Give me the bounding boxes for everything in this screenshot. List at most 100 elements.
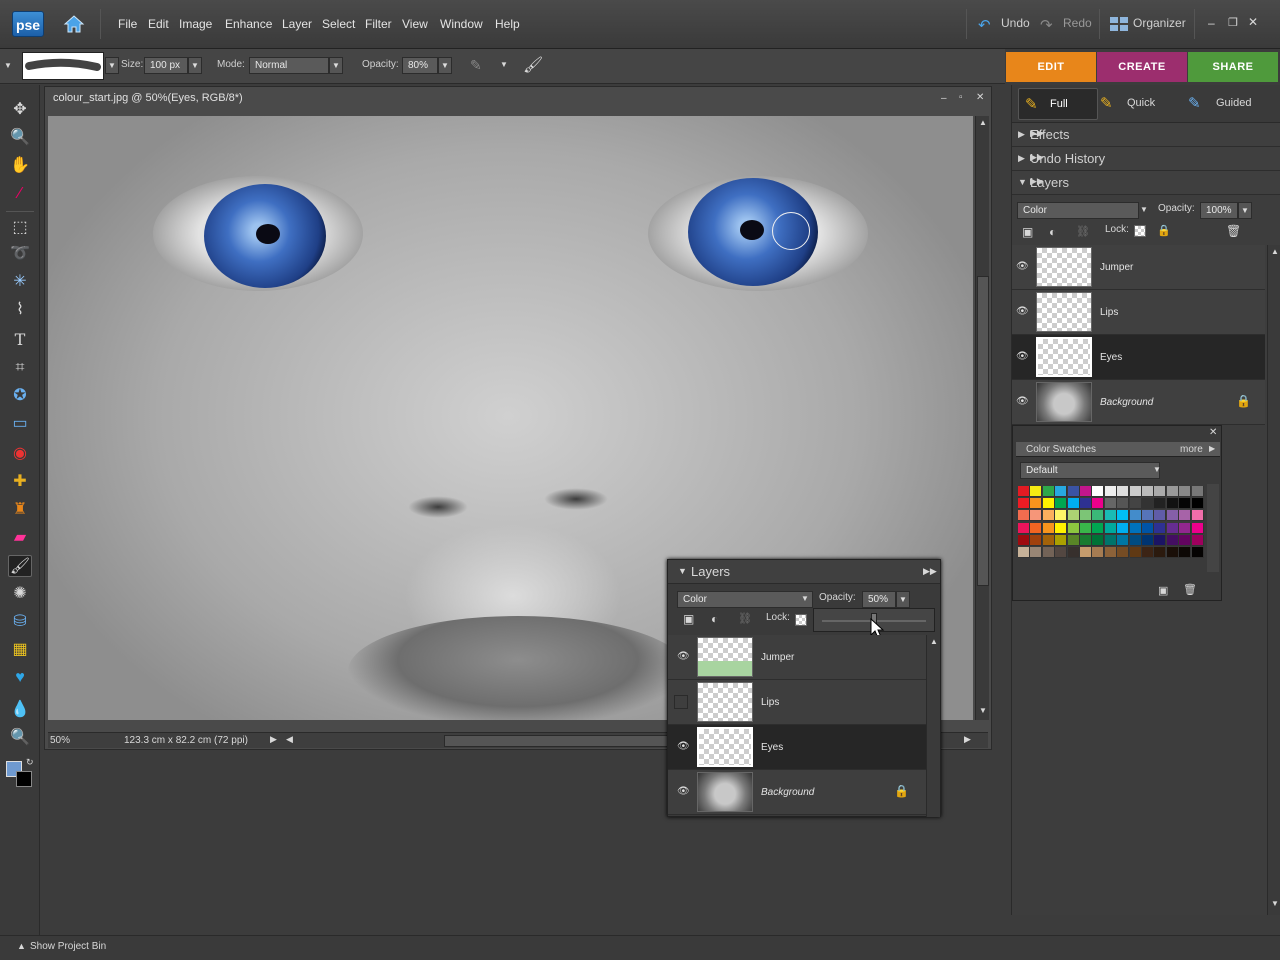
show-project-bin-button[interactable]: Show Project Bin <box>30 941 106 952</box>
floating-blend-mode-select[interactable]: Color <box>677 591 813 608</box>
straighten-tool-icon[interactable]: ▭ <box>8 413 32 435</box>
panel-menu-icon[interactable]: ▶▶ <box>1030 128 1275 139</box>
redo-icon[interactable]: ↷ <box>1040 16 1053 34</box>
color-swatch[interactable] <box>1142 522 1154 534</box>
color-swatch[interactable] <box>1055 510 1068 522</box>
lock-transparency-icon[interactable] <box>1134 225 1146 237</box>
background-color-swatch[interactable] <box>16 771 32 787</box>
doc-minimize-icon[interactable]: – <box>941 93 947 104</box>
color-swatch[interactable] <box>1055 522 1068 534</box>
eraser-tool-icon[interactable]: ▰ <box>8 527 32 549</box>
color-swatch[interactable] <box>1154 498 1167 510</box>
color-swatch[interactable] <box>1142 547 1154 558</box>
move-tool-icon[interactable]: ✥ <box>8 99 32 121</box>
cookie-cutter-tool-icon[interactable]: ✪ <box>8 385 32 407</box>
color-swatch[interactable] <box>1179 547 1192 558</box>
scroll-left-icon[interactable]: ◀ <box>286 734 293 745</box>
color-swatch[interactable] <box>1067 534 1080 546</box>
visibility-eye-icon[interactable]: 👁 <box>1016 306 1029 317</box>
mode-select[interactable]: Normal <box>249 57 329 74</box>
color-swatch[interactable] <box>1042 510 1055 522</box>
color-swatch[interactable] <box>1030 534 1043 546</box>
color-swatch[interactable] <box>1018 510 1030 522</box>
layer-opacity-input[interactable]: 100% <box>1200 202 1238 219</box>
menu-view[interactable]: View <box>402 17 428 31</box>
swatches-tab[interactable]: Color Swatches <box>1026 444 1096 455</box>
menu-layer[interactable]: Layer <box>282 17 312 31</box>
color-swatch[interactable] <box>1117 534 1130 546</box>
layer-row-lips[interactable]: 👁 Lips <box>1012 290 1265 335</box>
color-swatch[interactable] <box>1191 498 1204 510</box>
tab-full[interactable]: ✎ Full <box>1018 88 1098 120</box>
airbrush-icon[interactable]: ✎ <box>470 57 482 74</box>
color-swatch[interactable] <box>1129 498 1142 510</box>
color-swatch[interactable] <box>1018 534 1030 546</box>
color-swatch[interactable] <box>1030 547 1043 558</box>
color-swatch[interactable] <box>1154 510 1167 522</box>
organizer-icon[interactable] <box>1109 16 1129 32</box>
color-swatch[interactable] <box>1129 547 1142 558</box>
marquee-tool-icon[interactable]: ⬚ <box>8 217 32 239</box>
lasso-tool-icon[interactable]: ➰ <box>8 243 32 265</box>
menu-filter[interactable]: Filter <box>365 17 392 31</box>
swatch-preset-select[interactable]: Default <box>1020 462 1160 479</box>
layer-row-background[interactable]: 👁 Background 🔒 <box>1012 380 1265 425</box>
panel-menu-icon[interactable]: ▶▶ <box>1030 152 1275 163</box>
visibility-eye-icon[interactable]: 👁 <box>1016 396 1029 407</box>
tab-guided[interactable]: ✎ Guided <box>1186 88 1276 120</box>
color-swatch[interactable] <box>1166 498 1179 510</box>
swatches-close-icon[interactable]: ✕ <box>1209 427 1217 438</box>
healing-brush-tool-icon[interactable]: ✚ <box>8 471 32 493</box>
close-icon[interactable]: ✕ <box>1248 15 1258 29</box>
floating-layer-row-background[interactable]: 👁 Background 🔒 <box>668 770 926 815</box>
tablet-settings-icon[interactable]: 🖌 <box>523 55 543 75</box>
menu-window[interactable]: Window <box>440 17 483 31</box>
delete-layer-icon[interactable]: 🗑 <box>1226 224 1241 238</box>
paint-bucket-tool-icon[interactable]: ⛁ <box>8 611 32 633</box>
adjustment-layer-icon[interactable]: ◐ <box>711 612 718 626</box>
floating-blend-arrow-icon[interactable]: ▼ <box>801 594 809 603</box>
delete-swatch-icon[interactable]: 🗑 <box>1183 583 1197 596</box>
color-swatch[interactable] <box>1117 486 1130 497</box>
color-swatch[interactable] <box>1067 510 1080 522</box>
color-swatch[interactable] <box>1080 498 1092 510</box>
color-swatch[interactable] <box>1018 522 1030 534</box>
organizer-button[interactable]: Organizer <box>1133 16 1186 30</box>
undo-history-panel-header[interactable]: ▶ Undo History ▶▶ <box>1012 147 1280 171</box>
color-swatch[interactable] <box>1179 534 1192 546</box>
color-swatch[interactable] <box>1055 486 1068 497</box>
color-swatch[interactable] <box>1129 510 1142 522</box>
color-swatch[interactable] <box>1080 534 1092 546</box>
color-swatch[interactable] <box>1042 522 1055 534</box>
color-swatch[interactable] <box>1179 522 1192 534</box>
floating-opacity-input[interactable]: 50% <box>862 591 896 608</box>
home-icon[interactable] <box>62 12 86 36</box>
blend-mode-arrow-icon[interactable]: ▼ <box>1140 205 1148 214</box>
color-swatch[interactable] <box>1104 498 1117 510</box>
color-swatch[interactable] <box>1092 486 1105 497</box>
mode-dropdown[interactable]: ▼ <box>329 57 343 74</box>
color-swatch[interactable] <box>1129 486 1142 497</box>
shape-tool-icon[interactable]: ♥ <box>8 667 32 689</box>
effects-panel-header[interactable]: ▶ Effects ▶▶ <box>1012 123 1280 147</box>
color-swatch[interactable] <box>1166 510 1179 522</box>
color-swatch[interactable] <box>1166 522 1179 534</box>
undo-icon[interactable]: ↶ <box>978 16 991 34</box>
color-swatch[interactable] <box>1092 534 1105 546</box>
color-swatch[interactable] <box>1179 510 1192 522</box>
scroll-right-icon[interactable]: ▶ <box>964 734 971 745</box>
scroll-down-icon[interactable]: ▼ <box>976 706 990 715</box>
hand-tool-icon[interactable]: ✋ <box>8 155 32 177</box>
zoom-tool-icon[interactable]: 🔍 <box>8 127 32 149</box>
color-swatch[interactable] <box>1018 498 1030 510</box>
menu-enhance[interactable]: Enhance <box>225 17 272 31</box>
color-swatch[interactable] <box>1104 510 1117 522</box>
visibility-eye-icon[interactable]: 👁 <box>677 741 690 752</box>
layer-row-jumper[interactable]: 👁 Jumper <box>1012 245 1265 290</box>
brush-options-arrow-icon[interactable]: ▼ <box>500 60 508 69</box>
crop-tool-icon[interactable]: ⌗ <box>8 357 32 379</box>
panel-menu-icon[interactable]: ▶▶ <box>1030 176 1275 187</box>
color-swatch[interactable] <box>1154 534 1167 546</box>
scroll-up-icon[interactable]: ▲ <box>927 637 941 646</box>
floating-layers-scrollbar[interactable]: ▲ <box>926 635 940 817</box>
